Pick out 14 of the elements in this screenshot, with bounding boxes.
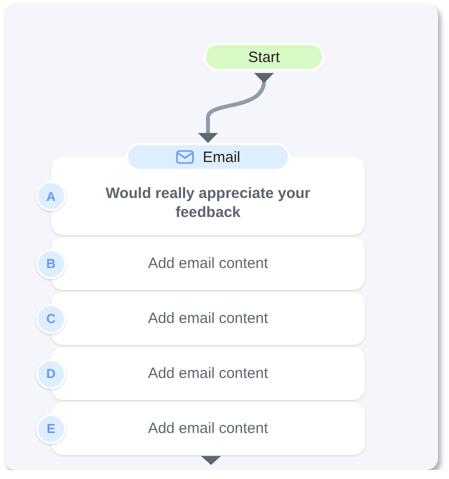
email-content-text: Add email content xyxy=(148,419,268,438)
output-arrow-icon xyxy=(200,456,222,466)
email-content-text: Would really appreciate your feedback xyxy=(104,184,312,222)
envelope-icon xyxy=(176,150,194,164)
variant-letter: E xyxy=(36,414,66,444)
email-content-text: Add email content xyxy=(148,254,268,273)
email-node-header[interactable]: Email xyxy=(126,143,290,171)
variant-letter: D xyxy=(36,358,66,388)
variant-letter: B xyxy=(36,248,66,278)
start-node[interactable]: Start xyxy=(204,43,324,71)
email-content-text: Add email content xyxy=(148,309,268,328)
variant-letter: C xyxy=(36,304,66,334)
variant-letter: A xyxy=(36,181,66,211)
email-content-text: Add email content xyxy=(148,364,268,383)
